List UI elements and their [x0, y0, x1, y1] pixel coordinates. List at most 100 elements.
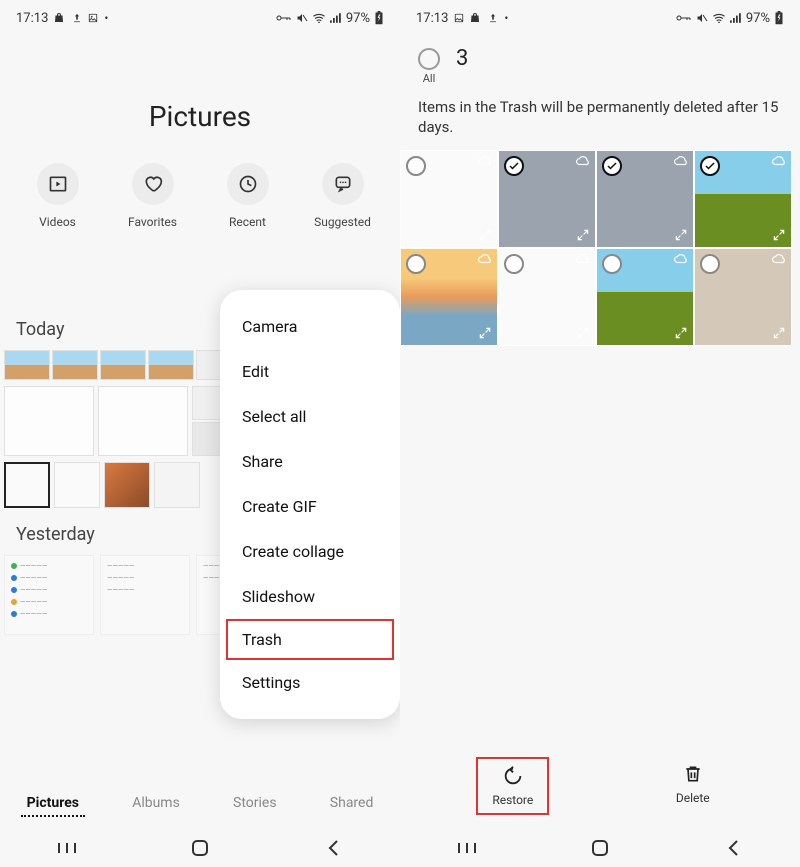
android-navbar: [400, 829, 800, 867]
expand-icon: [576, 326, 590, 340]
tab-stories[interactable]: Stories: [227, 791, 283, 817]
expand-icon: [478, 228, 492, 242]
dot-icon: •: [104, 11, 108, 25]
expand-icon: [478, 326, 492, 340]
cloud-icon: [674, 156, 688, 166]
expand-icon: [772, 326, 786, 340]
thumbnail[interactable]: [4, 462, 50, 508]
bag-icon: [470, 12, 482, 24]
checkbox-empty-icon: [406, 156, 426, 176]
heart-icon: [143, 174, 163, 194]
shortcut-videos[interactable]: Videos: [18, 163, 98, 229]
menu-settings[interactable]: Settings: [220, 660, 400, 705]
thumbnail[interactable]: [54, 462, 100, 508]
upload-icon: [72, 12, 82, 24]
checkbox-empty-icon: [602, 254, 622, 274]
thumbnail[interactable]: [4, 386, 94, 456]
clock: 17:13: [416, 11, 448, 26]
shortcut-favorites[interactable]: Favorites: [113, 163, 193, 229]
videos-icon: [48, 174, 68, 194]
pictures-screen: 17:13 • 97%: [0, 0, 400, 867]
expand-icon: [576, 228, 590, 242]
status-bar: 17:13 • 97%: [400, 0, 800, 30]
menu-trash[interactable]: Trash: [226, 619, 394, 660]
delete-label: Delete: [676, 791, 710, 805]
selection-header: All 3: [400, 30, 800, 91]
menu-share[interactable]: Share: [220, 439, 400, 484]
cloud-icon: [478, 254, 492, 264]
thumbnail[interactable]: ———————————————: [100, 555, 190, 635]
back-button[interactable]: [321, 836, 345, 860]
recents-button[interactable]: [55, 836, 79, 860]
page-title: Pictures: [0, 100, 400, 133]
checkbox-empty-icon: [700, 254, 720, 274]
checkbox-checked-icon: [504, 156, 524, 176]
menu-edit[interactable]: Edit: [220, 349, 400, 394]
trash-grid: [400, 150, 800, 346]
shortcut-label: Videos: [39, 215, 76, 229]
status-bar: 17:13 • 97%: [0, 0, 400, 30]
thumbnail[interactable]: ————— ————— ————— ————— —————: [4, 555, 94, 635]
signal-icon: [330, 13, 342, 23]
checkbox-empty-icon: [418, 48, 440, 70]
trash-thumbnail[interactable]: [400, 248, 498, 346]
restore-label: Restore: [492, 793, 533, 807]
cloud-icon: [674, 254, 688, 264]
overflow-menu: Camera Edit Select all Share Create GIF …: [220, 290, 400, 719]
battery-pct: 97%: [746, 11, 770, 26]
clock: 17:13: [16, 11, 48, 26]
signal-icon: [730, 13, 742, 23]
trash-message: Items in the Trash will be permanently d…: [400, 91, 800, 150]
trash-thumbnail[interactable]: [498, 150, 596, 248]
wifi-icon: [712, 13, 726, 23]
delete-button[interactable]: Delete: [662, 757, 724, 815]
battery-icon: [374, 11, 384, 25]
thumbnail[interactable]: [98, 386, 188, 456]
restore-icon: [502, 765, 524, 787]
restore-button[interactable]: Restore: [476, 757, 549, 815]
tab-albums[interactable]: Albums: [126, 791, 186, 817]
home-button[interactable]: [588, 836, 612, 860]
back-button[interactable]: [721, 836, 745, 860]
thumbnail[interactable]: [4, 350, 50, 380]
thumbnail[interactable]: [154, 462, 200, 508]
trash-thumbnail[interactable]: [694, 248, 792, 346]
trash-screen: 17:13 • 97% All 3 Items in the Trash wil…: [400, 0, 800, 867]
menu-camera[interactable]: Camera: [220, 304, 400, 349]
thumbnail[interactable]: [52, 350, 98, 380]
shortcut-label: Favorites: [128, 215, 177, 229]
vpn-icon: [676, 13, 692, 23]
menu-create-collage[interactable]: Create collage: [220, 529, 400, 574]
trash-thumbnail[interactable]: [498, 248, 596, 346]
trash-thumbnail[interactable]: [596, 248, 694, 346]
tab-shared[interactable]: Shared: [324, 791, 380, 817]
checkbox-checked-icon: [700, 156, 720, 176]
thumbnail[interactable]: [148, 350, 194, 380]
trash-thumbnail[interactable]: [400, 150, 498, 248]
shortcut-label: Suggested: [314, 215, 371, 229]
checkbox-empty-icon: [406, 254, 426, 274]
menu-slideshow[interactable]: Slideshow: [220, 574, 400, 619]
shortcut-suggested[interactable]: Suggested: [303, 163, 383, 229]
cloud-icon: [576, 156, 590, 166]
trash-thumbnail[interactable]: [694, 150, 792, 248]
tab-pictures[interactable]: Pictures: [21, 791, 85, 817]
cloud-icon: [772, 254, 786, 264]
select-all-label: All: [423, 72, 436, 85]
clock-icon: [238, 174, 258, 194]
thumbnail[interactable]: [100, 350, 146, 380]
home-button[interactable]: [188, 836, 212, 860]
cloud-icon: [478, 156, 492, 166]
recents-button[interactable]: [455, 836, 479, 860]
trash-icon: [683, 763, 703, 785]
thumbnail[interactable]: [104, 462, 150, 508]
suggest-icon: [333, 174, 353, 194]
image-icon: [88, 13, 98, 23]
upload-icon: [488, 12, 498, 24]
mute-icon: [296, 12, 308, 24]
menu-select-all[interactable]: Select all: [220, 394, 400, 439]
shortcut-recent[interactable]: Recent: [208, 163, 288, 229]
trash-thumbnail[interactable]: [596, 150, 694, 248]
select-all-toggle[interactable]: All: [418, 48, 440, 85]
menu-create-gif[interactable]: Create GIF: [220, 484, 400, 529]
